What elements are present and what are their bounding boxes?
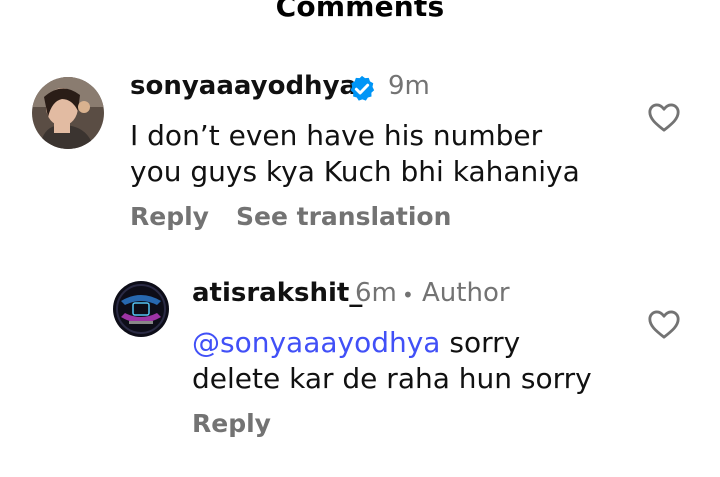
heart-icon[interactable] <box>647 101 681 133</box>
verified-badge-icon <box>350 75 375 101</box>
avatar[interactable] <box>113 281 169 337</box>
reply-text-fragment: sorry <box>440 326 521 359</box>
comments-title: Comments <box>275 0 445 23</box>
see-translation-button[interactable]: See translation <box>236 202 451 231</box>
heart-icon[interactable] <box>647 308 681 340</box>
meta-separator: • <box>402 283 414 307</box>
reply-username[interactable]: atisrakshit_ <box>192 278 362 308</box>
reply-button[interactable]: Reply <box>192 409 271 438</box>
comment-text-line-2: you guys kya Kuch bhi kahaniya <box>130 155 580 188</box>
reply-text-line-1: @sonyaaayodhya sorry <box>192 325 520 361</box>
avatar[interactable] <box>32 77 104 149</box>
comment-timestamp: 9m <box>388 71 430 101</box>
mention-link[interactable]: @sonyaaayodhya <box>192 326 440 359</box>
author-tag: Author <box>422 278 510 308</box>
reply-text-line-2: delete kar de raha hun sorry <box>192 362 592 395</box>
comment-text-line-1: I don’t even have his number <box>130 119 543 152</box>
reply-button[interactable]: Reply <box>130 202 209 231</box>
reply-timestamp: 6m <box>355 278 397 308</box>
comment-username[interactable]: sonyaaayodhya <box>130 71 357 101</box>
